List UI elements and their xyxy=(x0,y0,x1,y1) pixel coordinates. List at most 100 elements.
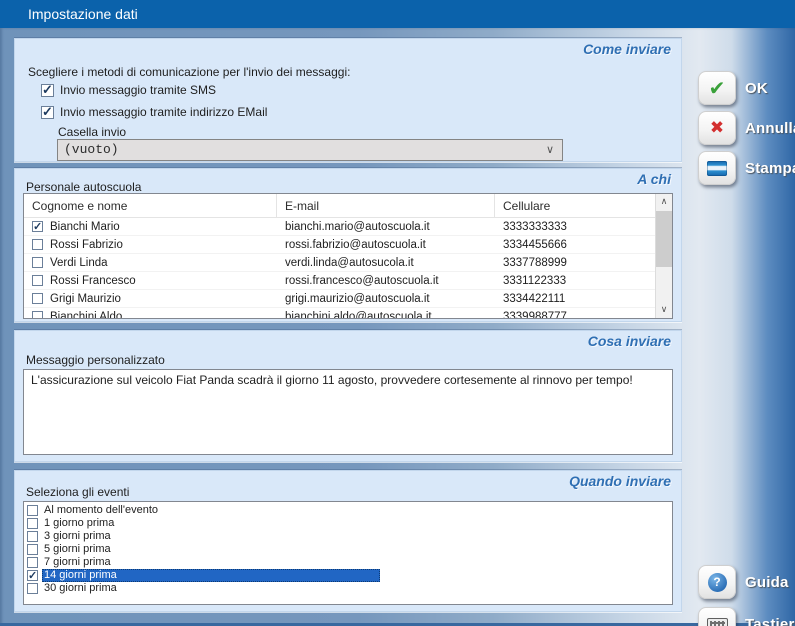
guida-button-tile: ? xyxy=(698,565,736,599)
row-email: bianchini.aldo@autoscuola.it xyxy=(277,311,495,320)
section-header-a-chi: A chi xyxy=(637,171,671,187)
sms-checkbox-row[interactable]: Invio messaggio tramite SMS xyxy=(41,83,216,97)
message-textarea[interactable]: L'assicurazione sul veicolo Fiat Panda s… xyxy=(23,369,673,455)
panel-quando-inviare: Quando inviare Seleziona gli eventi Al m… xyxy=(14,470,682,612)
panel-cosa-inviare: Cosa inviare Messaggio personalizzato L'… xyxy=(14,330,682,462)
ok-button[interactable]: ✔ OK xyxy=(698,71,768,105)
section-header-cosa-inviare: Cosa inviare xyxy=(588,333,671,349)
staff-table-body: Bianchi Mario bianchi.mario@autoscuola.i… xyxy=(24,218,655,319)
event-item-selected[interactable]: 14 giorni prima xyxy=(24,569,672,582)
section-header-come-inviare: Come inviare xyxy=(583,41,671,57)
event-label: 5 giorni prima xyxy=(42,543,113,556)
row-email: bianchi.mario@autoscuola.it xyxy=(277,221,495,233)
dialog-body: Come inviare Scegliere i metodi di comun… xyxy=(0,28,795,626)
staff-table: Cognome e nome E-mail Cellulare Bianchi … xyxy=(23,193,673,319)
check-icon: ✔ xyxy=(709,76,726,100)
event-label: 14 giorni prima xyxy=(42,569,380,582)
event-item[interactable]: 1 giorno prima xyxy=(24,517,672,530)
cross-icon: ✖ xyxy=(710,118,724,138)
section-header-quando-inviare: Quando inviare xyxy=(569,473,671,489)
help-icon: ? xyxy=(708,573,727,592)
event-item[interactable]: Al momento dell'evento xyxy=(24,504,672,517)
row-email: grigi.maurizio@autoscuola.it xyxy=(277,293,495,305)
window-title: Impostazione dati xyxy=(28,6,138,22)
panel-come-inviare: Come inviare Scegliere i metodi di comun… xyxy=(14,38,682,162)
row-checkbox[interactable] xyxy=(32,221,43,232)
table-scrollbar[interactable]: ∧ ∨ xyxy=(655,194,672,318)
tastiera-button-label: Tastiera xyxy=(745,616,795,626)
column-header-name[interactable]: Cognome e nome xyxy=(24,194,277,217)
event-item[interactable]: 3 giorni prima xyxy=(24,530,672,543)
row-email: verdi.linda@autosucola.it xyxy=(277,257,495,269)
tastiera-button-tile xyxy=(698,607,736,626)
event-item[interactable]: 30 giorni prima xyxy=(24,582,672,595)
row-name: Grigi Maurizio xyxy=(50,293,121,305)
sms-checkbox[interactable] xyxy=(41,84,54,97)
row-checkbox[interactable] xyxy=(32,239,43,250)
table-row[interactable]: Rossi Francesco rossi.francesco@autoscuo… xyxy=(24,272,655,290)
events-listbox: Al momento dell'evento 1 giorno prima 3 … xyxy=(23,501,673,605)
event-label: 7 giorni prima xyxy=(42,556,113,569)
row-phone: 3331122333 xyxy=(495,275,655,287)
annulla-button-tile: ✖ xyxy=(698,111,736,145)
event-label: 3 giorni prima xyxy=(42,530,113,543)
column-header-phone[interactable]: Cellulare xyxy=(495,194,655,217)
table-row[interactable]: Grigi Maurizio grigi.maurizio@autoscuola… xyxy=(24,290,655,308)
row-checkbox[interactable] xyxy=(32,311,43,319)
event-checkbox[interactable] xyxy=(27,570,38,581)
casella-invio-label: Casella invio xyxy=(58,125,126,139)
scroll-down-icon[interactable]: ∨ xyxy=(656,302,672,318)
email-checkbox-row[interactable]: Invio messaggio tramite indirizzo EMail xyxy=(41,105,267,119)
personale-autoscuola-label: Personale autoscuola xyxy=(26,180,141,194)
table-row[interactable]: Bianchi Mario bianchi.mario@autoscuola.i… xyxy=(24,218,655,236)
ok-button-label: OK xyxy=(745,80,768,97)
annulla-button-label: Annulla xyxy=(745,120,795,137)
messaggio-personalizzato-label: Messaggio personalizzato xyxy=(26,353,165,367)
event-checkbox[interactable] xyxy=(27,531,38,542)
row-phone: 3333333333 xyxy=(495,221,655,233)
event-checkbox[interactable] xyxy=(27,557,38,568)
table-row[interactable]: Rossi Fabrizio rossi.fabrizio@autoscuola… xyxy=(24,236,655,254)
staff-table-header: Cognome e nome E-mail Cellulare xyxy=(24,194,672,218)
row-checkbox[interactable] xyxy=(32,257,43,268)
event-label: 1 giorno prima xyxy=(42,517,116,530)
event-label: 30 giorni prima xyxy=(42,582,119,595)
email-checkbox[interactable] xyxy=(41,106,54,119)
event-checkbox[interactable] xyxy=(27,544,38,555)
stampa-button-tile xyxy=(698,151,736,185)
column-header-email[interactable]: E-mail xyxy=(277,194,495,217)
stampa-button-label: Stampa xyxy=(745,160,795,177)
event-checkbox[interactable] xyxy=(27,583,38,594)
scrollbar-thumb[interactable] xyxy=(656,211,672,267)
sms-checkbox-label: Invio messaggio tramite SMS xyxy=(60,83,216,97)
panel-a-chi: A chi Personale autoscuola Cognome e nom… xyxy=(14,168,682,322)
stampa-button[interactable]: Stampa xyxy=(698,151,795,185)
event-checkbox[interactable] xyxy=(27,505,38,516)
casella-invio-value: (vuoto) xyxy=(64,142,119,157)
row-checkbox[interactable] xyxy=(32,293,43,304)
row-name: Verdi Linda xyxy=(50,257,108,269)
email-checkbox-label: Invio messaggio tramite indirizzo EMail xyxy=(60,105,267,119)
guida-button-label: Guida xyxy=(745,574,789,591)
guida-button[interactable]: ? Guida xyxy=(698,565,789,599)
event-item[interactable]: 5 giorni prima xyxy=(24,543,672,556)
keyboard-icon xyxy=(707,618,728,626)
event-item[interactable]: 7 giorni prima xyxy=(24,556,672,569)
dialog-window: Impostazione dati Come inviare Scegliere… xyxy=(0,0,795,626)
casella-invio-dropdown[interactable]: (vuoto) ∨ xyxy=(57,139,563,161)
event-label: Al momento dell'evento xyxy=(42,504,160,517)
row-phone: 3337788999 xyxy=(495,257,655,269)
seleziona-eventi-label: Seleziona gli eventi xyxy=(26,485,129,499)
event-checkbox[interactable] xyxy=(27,518,38,529)
row-phone: 3334422111 xyxy=(495,293,655,305)
scroll-up-icon[interactable]: ∧ xyxy=(656,194,672,210)
row-checkbox[interactable] xyxy=(32,275,43,286)
table-row[interactable]: Bianchini Aldo bianchini.aldo@autoscuola… xyxy=(24,308,655,319)
table-row[interactable]: Verdi Linda verdi.linda@autosucola.it 33… xyxy=(24,254,655,272)
row-name: Bianchi Mario xyxy=(50,221,120,233)
tastiera-button[interactable]: Tastiera xyxy=(698,607,795,626)
ok-button-tile: ✔ xyxy=(698,71,736,105)
chevron-down-icon[interactable]: ∨ xyxy=(546,140,554,160)
annulla-button[interactable]: ✖ Annulla xyxy=(698,111,795,145)
printer-icon xyxy=(707,161,727,176)
